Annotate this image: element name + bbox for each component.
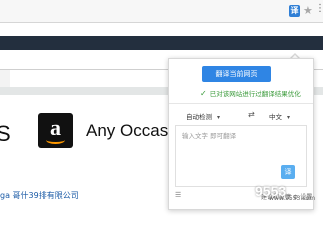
browser-toolbar: 译 ★ ⋮ [0, 0, 323, 23]
input-placeholder: 输入文字 即可翻译 [182, 132, 237, 140]
language-selector-row: 自动检测 ▾ ⇄ 中文 ▾ [169, 109, 313, 123]
popup-divider [169, 103, 313, 104]
search-category-dropdown[interactable] [0, 70, 10, 87]
translate-extension-icon[interactable]: 译 [289, 5, 300, 17]
status-text: 已对该网站进行过翻译结果优化 [209, 90, 301, 98]
amazon-smile-icon [46, 136, 65, 144]
page-bottom-link[interactable]: ga 哥什39排有限公司 [0, 190, 79, 201]
source-language-select[interactable]: 自动检测 ▾ [186, 111, 220, 121]
watermark-site: www.9553.com [269, 195, 316, 202]
bookmark-star-icon[interactable]: ★ [303, 4, 313, 17]
site-header-bar [0, 36, 323, 50]
chevron-down-icon: ▾ [287, 114, 291, 121]
menu-dots-icon[interactable]: ⋮ [315, 4, 323, 14]
amazon-logo-icon[interactable]: a [38, 113, 73, 148]
translate-page-button[interactable]: 翻译当前网页 [202, 66, 271, 82]
target-language-label: 中文 [269, 113, 282, 121]
hamburger-menu-icon[interactable]: ☰ [175, 191, 181, 199]
swap-arrows-icon[interactable]: ⇄ [248, 110, 255, 119]
optimization-status: ✓ 已对该网站进行过翻译结果优化 [200, 88, 301, 98]
translate-button[interactable]: 译 [281, 165, 295, 179]
site-watermark: 9553 www.9553.com [255, 183, 321, 202]
promo-text-fragment: S [0, 121, 11, 146]
check-icon: ✓ [200, 89, 207, 98]
source-language-label: 自动检测 [186, 113, 212, 121]
chevron-down-icon: ▾ [217, 114, 221, 121]
target-language-select[interactable]: 中文 ▾ [269, 111, 290, 121]
